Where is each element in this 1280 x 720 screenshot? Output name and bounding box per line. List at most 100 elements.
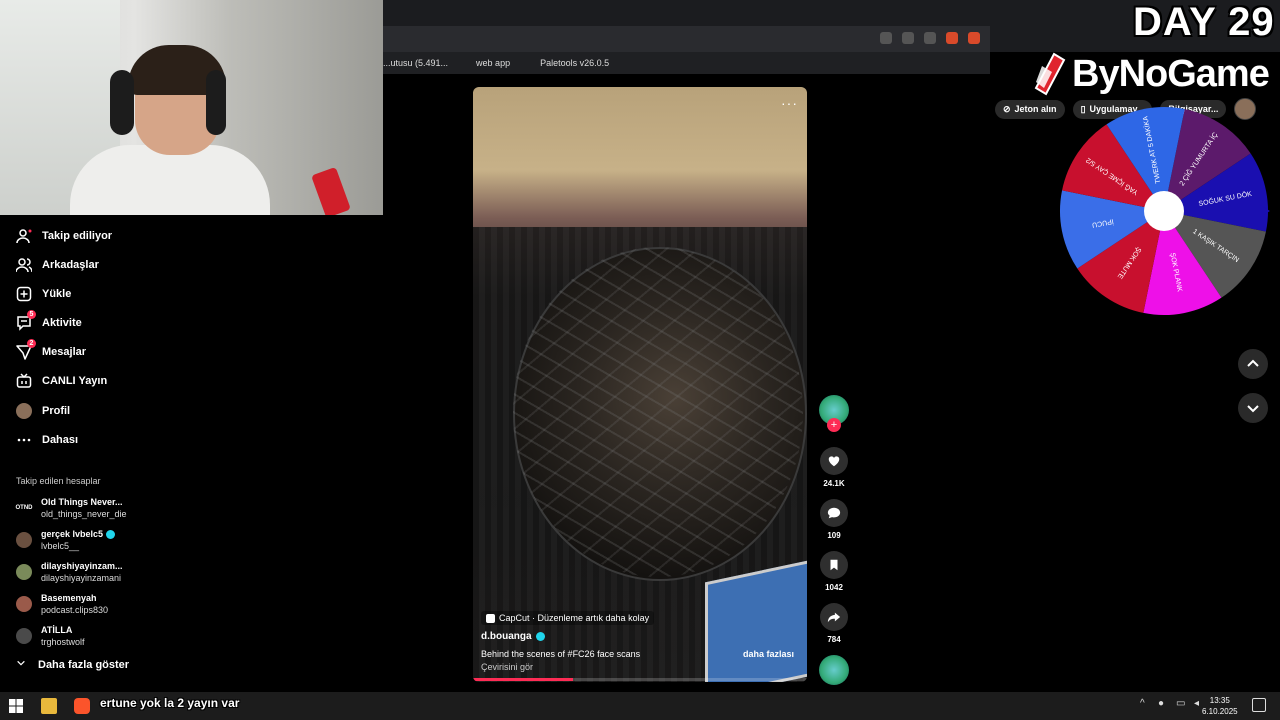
sidebar-item-messages[interactable]: 2 Mesajlar (16, 339, 87, 360)
capcut-icon (486, 613, 495, 623)
get-coins-label: Jeton alın (1014, 104, 1057, 114)
friends-icon (16, 257, 32, 273)
red-bottle (311, 166, 351, 215)
brave-shield-icon[interactable] (946, 32, 958, 44)
translate-link[interactable]: Çevirisini gör (481, 662, 533, 672)
creator-avatar-button[interactable]: + (818, 395, 850, 432)
video-progress-bar[interactable] (473, 678, 807, 681)
comment-button[interactable]: 109 (818, 499, 850, 540)
messages-badge: 2 (27, 339, 36, 348)
translate-icon[interactable] (924, 32, 936, 44)
account-username: podcast.clips830 (41, 605, 109, 615)
headphones-right (206, 70, 226, 135)
extension-icons (880, 32, 980, 44)
save-button[interactable]: 1042 (818, 551, 850, 592)
followed-accounts-title: Takip edilen hesaplar (16, 476, 101, 486)
music-disc-icon (819, 655, 849, 685)
bookmark-item[interactable]: web app (466, 58, 510, 68)
brave-browser-icon[interactable] (74, 698, 90, 714)
capcut-banner[interactable]: CapCut · Düzenleme artık daha kolay (481, 611, 655, 625)
video-author[interactable]: d.bouanga (481, 631, 545, 642)
follow-plus-icon[interactable]: + (827, 418, 841, 432)
sidebar-item-following[interactable]: Takip ediliyor (16, 228, 112, 244)
notification-icon[interactable] (1252, 698, 1266, 712)
sidebar-item-more[interactable]: Dahası (16, 432, 78, 448)
sidebar-item-label: CANLI Yayın (42, 375, 108, 387)
sidebar-item-upload[interactable]: Yükle (16, 286, 71, 302)
previous-video-button[interactable] (1238, 349, 1268, 379)
account-avatar: OTND (16, 500, 33, 516)
live-icon (16, 373, 32, 389)
account-name: Basemenyah (41, 593, 97, 603)
activity-icon: 5 (16, 310, 36, 331)
followed-account[interactable]: ATİLLA trghostwolf (16, 624, 85, 648)
share-button[interactable]: 784 (818, 603, 850, 644)
extension-icon[interactable] (880, 32, 892, 44)
sidebar-item-profile[interactable]: Profil (16, 403, 70, 419)
show-more-label: Daha fazla göster (38, 658, 130, 671)
profile-avatar (16, 403, 32, 419)
video-scan-rig-cables (513, 247, 803, 577)
chevron-down-icon (1247, 405, 1259, 413)
messages-icon: 2 (16, 339, 36, 360)
music-disc-button[interactable] (818, 655, 850, 685)
bookmark-item[interactable]: Paletools v26.0.5 (528, 58, 609, 68)
sidebar-item-label: Arkadaşlar (42, 259, 99, 271)
followed-account[interactable]: gerçek lvbelc5 lvbelc5__ (16, 528, 116, 552)
video-options-icon[interactable]: ··· (781, 95, 798, 111)
bynogame-logo: ByNoGame (1032, 52, 1270, 96)
next-video-button[interactable] (1238, 393, 1268, 423)
cast-icon[interactable] (902, 32, 914, 44)
chevron-up-icon[interactable]: ^ (1140, 698, 1150, 710)
following-icon (16, 228, 32, 244)
sidebar-item-friends[interactable]: Arkadaşlar (16, 257, 99, 273)
capcut-label: CapCut · Düzenleme artık daha kolay (499, 613, 650, 623)
webcam-person-body (70, 145, 270, 215)
activity-badge: 5 (27, 310, 36, 319)
sidebar-item-live[interactable]: CANLI Yayın (16, 373, 107, 389)
sidebar-item-label: Yükle (42, 288, 72, 300)
more-icon (16, 432, 32, 448)
brand-name: ByNoGame (1072, 52, 1270, 95)
upload-icon (16, 286, 32, 302)
webcam-overlay (0, 0, 383, 215)
like-button[interactable]: 24.1K (818, 447, 850, 488)
microphone-icon[interactable]: ● (1158, 698, 1168, 710)
day-counter-overlay: DAY 29 (1133, 0, 1275, 44)
comment-icon (827, 507, 841, 519)
sidebar-item-label: Aktivite (42, 317, 82, 329)
video-progress-fill (473, 678, 574, 681)
bookmarks-bar: ...utusu (5.491... web app Paletools v26… (383, 52, 990, 74)
clock-time: 13:35 (1209, 696, 1230, 705)
show-more-button[interactable]: Daha fazla göster (16, 658, 129, 671)
comment-count: 109 (827, 531, 841, 540)
bookmark-item[interactable]: ...utusu (5.491... (383, 58, 448, 68)
sidebar-item-label: Dahası (42, 434, 79, 446)
file-explorer-icon[interactable] (41, 698, 57, 714)
chevron-down-icon (16, 658, 26, 671)
sidebar-item-label: Mesajlar (42, 346, 87, 358)
video-author-name: d.bouanga (481, 631, 532, 642)
account-name: gerçek lvbelc5 (41, 529, 104, 539)
account-name: dilayshiyayinzam... (41, 561, 123, 571)
like-count: 24.1K (823, 479, 845, 488)
stream-ticker: ertune yok la 2 yayın var (100, 696, 240, 710)
account-name: ATİLLA (41, 625, 73, 635)
see-more-link[interactable]: daha fazlası (743, 649, 794, 659)
account-username: lvbelc5__ (41, 541, 80, 551)
followed-account[interactable]: Basemenyah podcast.clips830 (16, 592, 108, 616)
followed-account[interactable]: OTND Old Things Never... old_things_neve… (16, 496, 127, 520)
followed-account[interactable]: dilayshiyayinzam... dilayshiyayinzamani (16, 560, 123, 584)
network-icon[interactable]: ▭ (1176, 698, 1186, 710)
heart-icon (828, 456, 840, 467)
get-coins-button[interactable]: ⊘ Jeton alın (995, 99, 1065, 119)
windows-start-icon[interactable] (8, 698, 24, 714)
brave-rewards-icon[interactable] (968, 32, 980, 44)
sidebar-item-activity[interactable]: 5 Aktivite (16, 310, 82, 331)
wheel-center-hub (1144, 191, 1184, 231)
verified-icon (106, 529, 116, 539)
account-username: old_things_never_die (41, 509, 127, 519)
video-player[interactable]: ··· CapCut · Düzenleme artık daha kolay … (473, 87, 807, 682)
account-avatar (16, 564, 32, 580)
system-clock[interactable]: 13:35 6.10.2025 (1202, 695, 1238, 717)
